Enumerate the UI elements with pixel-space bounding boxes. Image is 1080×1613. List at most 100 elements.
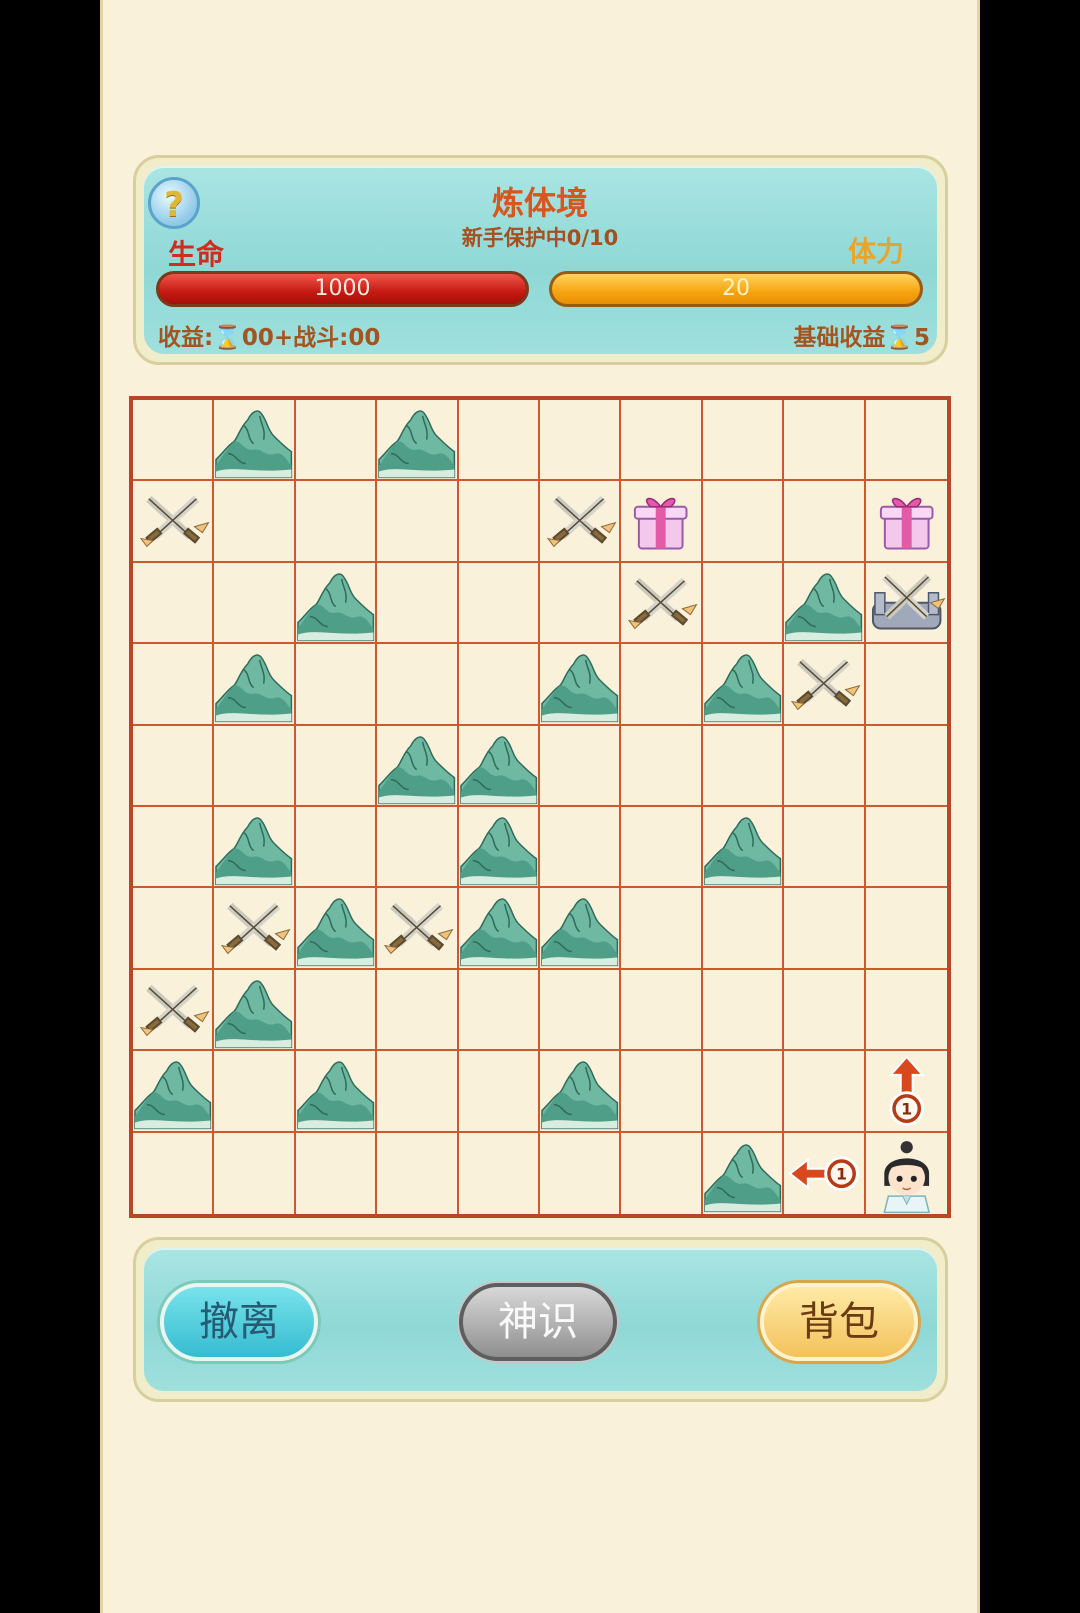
board-cell[interactable] [214, 807, 296, 889]
board-cell[interactable] [540, 1132, 622, 1214]
board-cell[interactable] [784, 1051, 866, 1133]
board-cell[interactable] [295, 725, 378, 807]
board-cell[interactable] [295, 1051, 378, 1133]
board-cell[interactable] [621, 1132, 703, 1214]
board-cell[interactable] [621, 725, 703, 807]
board-cell[interactable] [377, 888, 459, 970]
board-cell[interactable] [865, 888, 947, 970]
board-cell[interactable] [784, 400, 866, 482]
board-cell[interactable] [214, 1132, 296, 1214]
board-cell[interactable] [458, 888, 540, 970]
board-cell[interactable] [214, 888, 296, 970]
board-cell[interactable] [295, 807, 378, 889]
board-cell[interactable] [540, 969, 622, 1052]
board-cell[interactable] [540, 807, 622, 889]
board-cell[interactable] [214, 1051, 296, 1133]
backpack-button[interactable]: 背包 [760, 1283, 918, 1361]
board-cell[interactable] [133, 562, 215, 645]
board-cell[interactable] [540, 481, 622, 563]
board-cell[interactable] [865, 644, 947, 726]
board-cell[interactable] [702, 807, 785, 889]
move-left-arrow-icon[interactable]: 1 [784, 1133, 863, 1214]
board-cell[interactable] [214, 969, 296, 1052]
board-cell[interactable] [702, 481, 785, 563]
board-cell[interactable] [784, 888, 866, 970]
board-cell[interactable] [133, 1051, 215, 1133]
divine-sense-button[interactable]: 神识 [459, 1283, 617, 1361]
board-cell[interactable] [784, 725, 866, 807]
board-cell[interactable] [866, 1133, 947, 1214]
board-cell[interactable] [784, 644, 866, 726]
board-cell[interactable] [621, 969, 703, 1052]
board-cell[interactable] [540, 400, 622, 482]
board-cell[interactable] [784, 562, 866, 645]
board-cell[interactable] [784, 969, 866, 1052]
board-cell[interactable] [621, 644, 703, 726]
board-cell[interactable] [865, 726, 947, 807]
board-cell[interactable] [459, 1132, 540, 1214]
board-cell[interactable] [458, 400, 540, 482]
board-cell[interactable] [540, 562, 622, 645]
board-cell[interactable] [702, 725, 785, 807]
board-cell[interactable] [702, 644, 785, 726]
board-cell[interactable] [133, 644, 215, 726]
board-cell[interactable] [295, 644, 378, 726]
board-cell[interactable] [865, 970, 947, 1052]
board-cell[interactable] [784, 481, 866, 563]
board-cell[interactable] [296, 1132, 378, 1214]
board-cell[interactable] [377, 1132, 459, 1214]
retreat-button[interactable]: 撤离 [160, 1283, 318, 1361]
board-cell[interactable] [295, 481, 378, 563]
board-cell[interactable] [377, 644, 459, 726]
board-cell[interactable] [540, 888, 622, 970]
move-up-arrow-icon[interactable]: 1 [866, 1051, 947, 1130]
board-cell[interactable] [458, 1051, 540, 1133]
board-cell[interactable] [621, 1051, 703, 1133]
board-cell[interactable] [458, 644, 540, 726]
board-cell[interactable] [133, 888, 215, 970]
board-cell[interactable] [621, 888, 703, 970]
board-cell[interactable] [458, 481, 540, 563]
board-cell[interactable] [458, 807, 540, 889]
board-cell[interactable] [703, 1132, 785, 1214]
board-cell[interactable] [377, 725, 459, 807]
board-cell[interactable] [621, 400, 703, 482]
board-cell[interactable] [540, 644, 622, 726]
board-cell[interactable] [214, 644, 296, 726]
board-cell[interactable] [377, 807, 459, 889]
board-cell[interactable] [702, 888, 785, 970]
board-cell[interactable] [458, 562, 540, 645]
board-cell[interactable] [133, 481, 215, 563]
board-cell[interactable] [133, 1132, 215, 1214]
board-cell[interactable] [295, 562, 378, 645]
board-cell[interactable] [377, 969, 459, 1052]
board-cell[interactable] [458, 725, 540, 807]
board-cell[interactable] [458, 969, 540, 1052]
board-cell[interactable] [540, 1051, 622, 1133]
board-cell[interactable] [133, 400, 215, 482]
board-cell[interactable] [295, 400, 378, 482]
board-cell[interactable] [133, 969, 215, 1052]
board-cell[interactable] [214, 562, 296, 645]
board-cell[interactable] [295, 969, 378, 1052]
board-cell[interactable] [377, 562, 459, 645]
board-cell[interactable] [214, 725, 296, 807]
board-cell[interactable] [865, 807, 947, 889]
board-cell[interactable] [621, 807, 703, 889]
board-cell[interactable] [133, 725, 215, 807]
board-cell[interactable] [377, 481, 459, 563]
board-cell[interactable]: 1 [865, 1051, 947, 1133]
board-cell[interactable] [865, 563, 947, 645]
board-cell[interactable] [702, 969, 785, 1052]
board-cell[interactable] [133, 807, 215, 889]
help-button[interactable]: ? [148, 177, 200, 229]
board-cell[interactable] [377, 400, 459, 482]
board-cell[interactable] [865, 481, 947, 563]
board-cell[interactable] [295, 888, 378, 970]
board-cell[interactable] [214, 481, 296, 563]
board-cell[interactable] [702, 562, 785, 645]
board-cell[interactable] [784, 807, 866, 889]
board-cell[interactable] [865, 400, 947, 482]
board-cell[interactable] [214, 400, 296, 482]
board-cell[interactable] [377, 1051, 459, 1133]
